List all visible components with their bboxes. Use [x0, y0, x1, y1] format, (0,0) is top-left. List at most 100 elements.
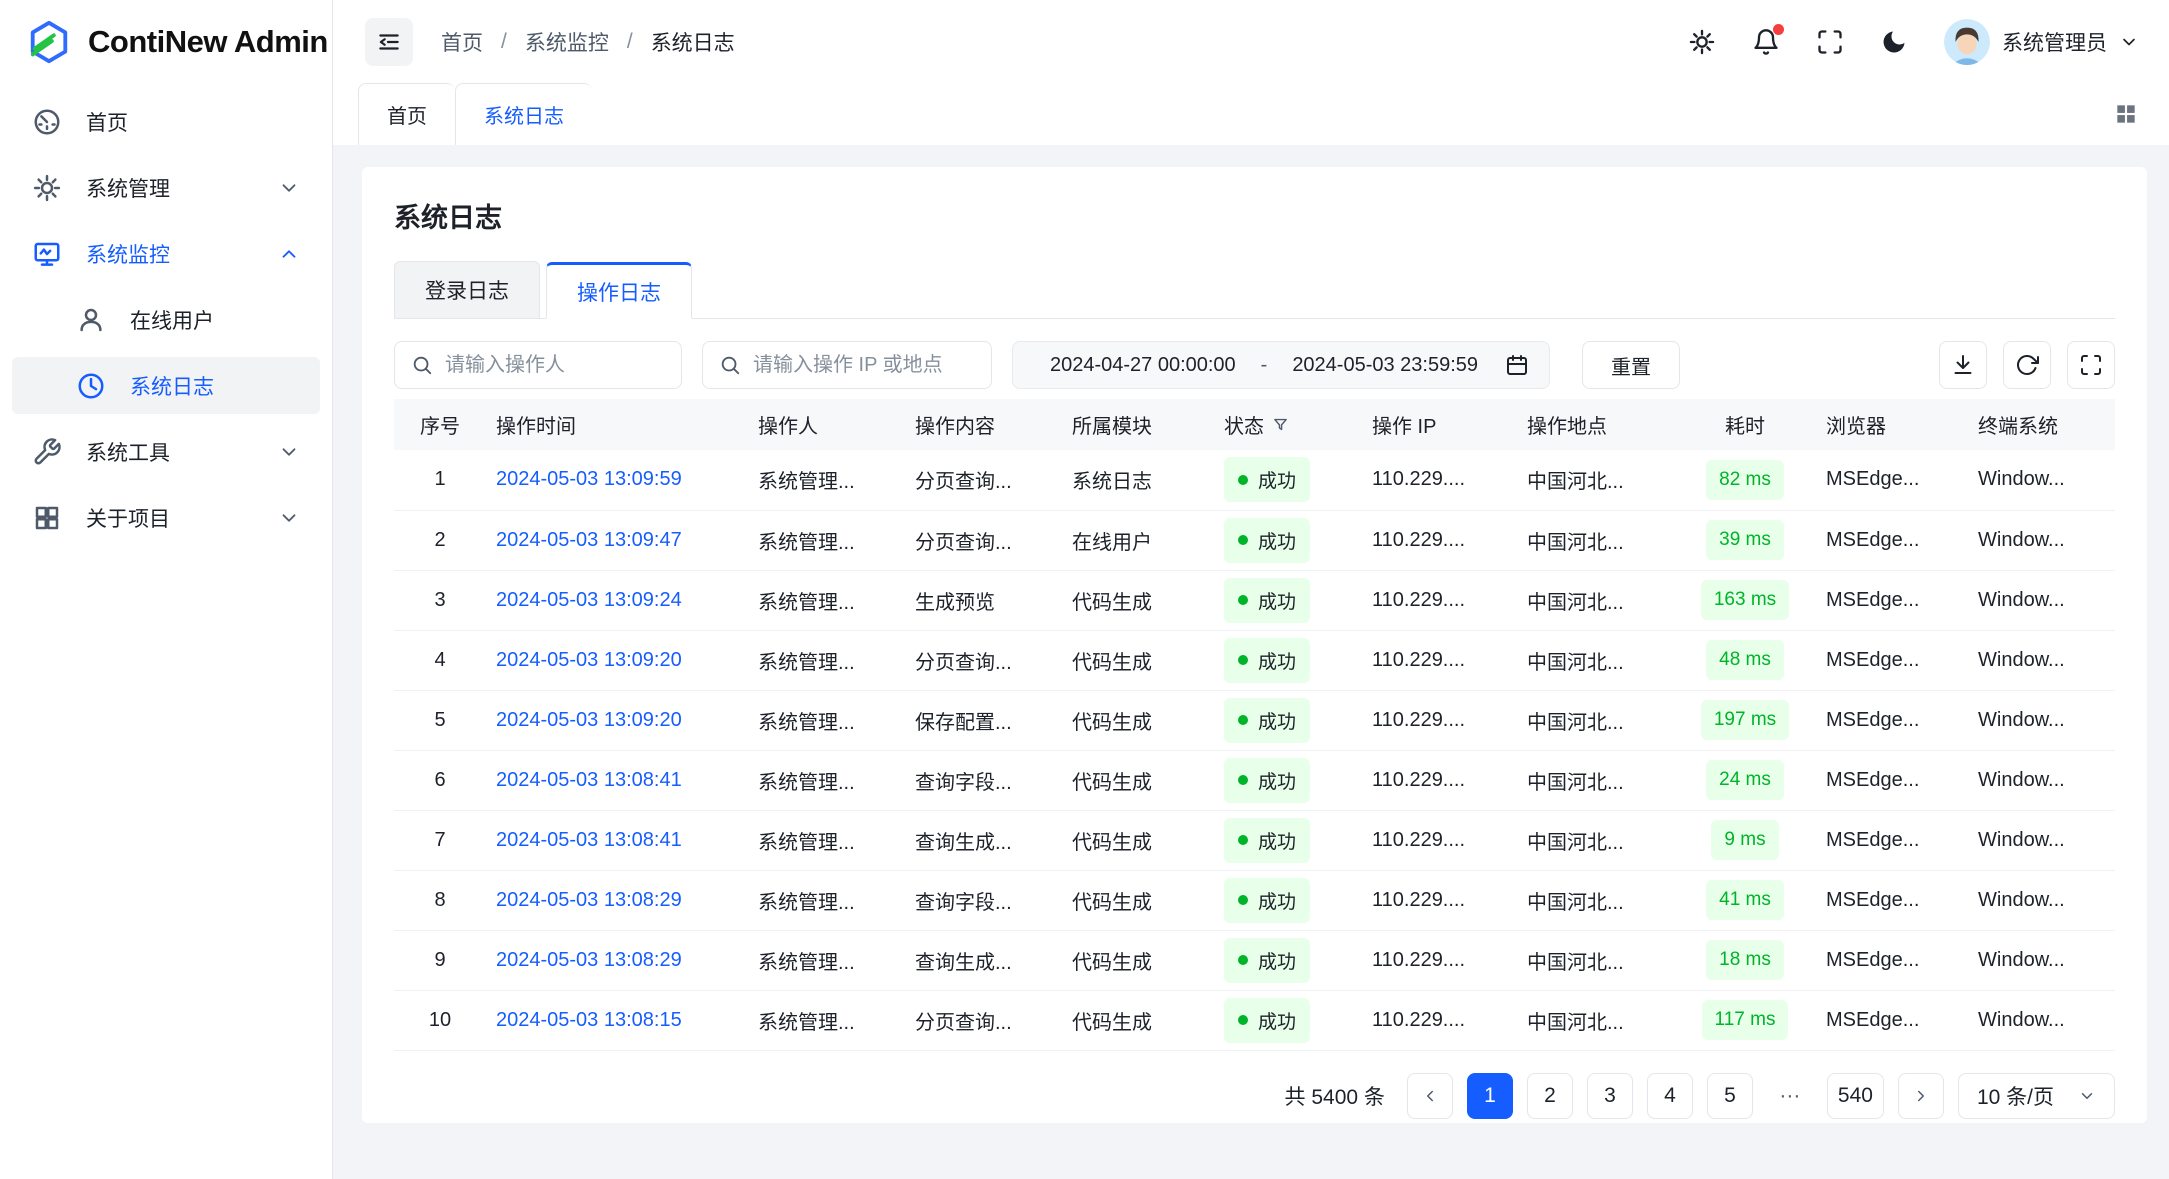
cell-module: 代码生成: [1062, 870, 1214, 930]
page-ellipsis[interactable]: ···: [1767, 1073, 1813, 1119]
reset-button[interactable]: 重置: [1582, 341, 1680, 389]
cell-location: 中国河北...: [1517, 510, 1674, 570]
page-button-540[interactable]: 540: [1827, 1073, 1884, 1119]
page-title: 系统日志: [394, 196, 2115, 235]
cell-time: 2024-05-03 13:09:24: [486, 570, 748, 630]
table-row: 4 2024-05-03 13:09:20 系统管理... 分页查询... 代码…: [394, 630, 2115, 690]
cell-content: 查询字段...: [905, 870, 1062, 930]
cell-ip: 110.229....: [1362, 450, 1517, 510]
table-row: 8 2024-05-03 13:08:29 系统管理... 查询字段... 代码…: [394, 870, 2115, 930]
tab-system-log[interactable]: 系统日志: [455, 83, 592, 145]
sidebar-item-system-monitor[interactable]: 系统监控: [12, 225, 320, 282]
status-dot-icon: [1238, 775, 1248, 785]
time-link[interactable]: 2024-05-03 13:09:20: [496, 709, 682, 731]
time-link[interactable]: 2024-05-03 13:08:29: [496, 949, 682, 971]
operator-search-input[interactable]: [445, 354, 665, 377]
cell-browser: MSEdge...: [1816, 930, 1968, 990]
time-link[interactable]: 2024-05-03 13:08:41: [496, 769, 682, 791]
breadcrumb-system-monitor[interactable]: 系统监控: [525, 27, 609, 57]
sidebar-item-online-users[interactable]: 在线用户: [12, 291, 320, 348]
cell-ip: 110.229....: [1362, 930, 1517, 990]
avatar: [1944, 19, 1990, 65]
status-badge: 成功: [1224, 818, 1310, 863]
sidebar-item-system-management[interactable]: 系统管理: [12, 159, 320, 216]
user-menu[interactable]: 系统管理员: [1944, 19, 2139, 65]
date-range-picker[interactable]: 2024-04-27 00:00:00 - 2024-05-03 23:59:5…: [1012, 341, 1550, 389]
time-link[interactable]: 2024-05-03 13:08:15: [496, 1009, 682, 1031]
cell-module: 代码生成: [1062, 570, 1214, 630]
page-button-1[interactable]: 1: [1467, 1073, 1513, 1119]
time-link[interactable]: 2024-05-03 13:09:24: [496, 589, 682, 611]
expand-fullscreen-icon[interactable]: [2067, 341, 2115, 389]
cell-duration: 24 ms: [1674, 750, 1816, 810]
time-link[interactable]: 2024-05-03 13:08:41: [496, 829, 682, 851]
cell-location: 中国河北...: [1517, 450, 1674, 510]
sidebar-item-about-project[interactable]: 关于项目: [12, 489, 320, 546]
tab-home[interactable]: 首页: [358, 83, 455, 145]
col-location: 操作地点: [1517, 399, 1674, 450]
content-area: 系统日志 登录日志 操作日志: [333, 145, 2169, 1179]
cell-duration: 82 ms: [1674, 450, 1816, 510]
cell-os: Window...: [1968, 570, 2115, 630]
cell-location: 中国河北...: [1517, 870, 1674, 930]
tab-operation-log[interactable]: 操作日志: [546, 262, 692, 319]
download-icon[interactable]: [1939, 341, 1987, 389]
cell-status: 成功: [1214, 870, 1362, 930]
time-link[interactable]: 2024-05-03 13:09:59: [496, 468, 682, 490]
col-os: 终端系统: [1968, 399, 2115, 450]
status-badge: 成功: [1224, 938, 1310, 983]
calendar-icon: [1505, 353, 1529, 377]
page-button-3[interactable]: 3: [1587, 1073, 1633, 1119]
menu-fold-icon[interactable]: [365, 18, 413, 66]
notification-bell-icon[interactable]: [1752, 28, 1780, 56]
page-button-4[interactable]: 4: [1647, 1073, 1693, 1119]
refresh-icon[interactable]: [2003, 341, 2051, 389]
time-link[interactable]: 2024-05-03 13:09:47: [496, 529, 682, 551]
cell-time: 2024-05-03 13:08:41: [486, 750, 748, 810]
sidebar-item-home[interactable]: 首页: [12, 93, 320, 150]
cell-status: 成功: [1214, 630, 1362, 690]
settings-icon[interactable]: [1688, 28, 1716, 56]
dark-mode-moon-icon[interactable]: [1880, 28, 1908, 56]
status-dot-icon: [1238, 475, 1248, 485]
filter-icon[interactable]: [1272, 416, 1289, 433]
time-link[interactable]: 2024-05-03 13:08:29: [496, 889, 682, 911]
user-icon: [76, 305, 106, 335]
next-page-button[interactable]: [1898, 1073, 1944, 1119]
status-dot-icon: [1238, 535, 1248, 545]
cell-content: 分页查询...: [905, 450, 1062, 510]
duration-badge: 24 ms: [1706, 760, 1784, 800]
sidebar-item-system-tools[interactable]: 系统工具: [12, 423, 320, 480]
time-link[interactable]: 2024-05-03 13:09:20: [496, 649, 682, 671]
cell-operator: 系统管理...: [748, 630, 905, 690]
chevron-down-icon: [278, 507, 300, 529]
ip-location-search-input[interactable]: [753, 354, 975, 377]
fullscreen-icon[interactable]: [1816, 28, 1844, 56]
page-size-select[interactable]: 10 条/页: [1958, 1073, 2115, 1119]
cell-status: 成功: [1214, 510, 1362, 570]
cell-time: 2024-05-03 13:08:15: [486, 990, 748, 1050]
col-browser: 浏览器: [1816, 399, 1968, 450]
page-size-value: 10 条/页: [1977, 1081, 2054, 1111]
cell-content: 生成预览: [905, 570, 1062, 630]
cell-time: 2024-05-03 13:09:20: [486, 690, 748, 750]
app-title: ContiNew Admin: [88, 24, 328, 60]
page-button-5[interactable]: 5: [1707, 1073, 1753, 1119]
cell-operator: 系统管理...: [748, 990, 905, 1050]
app-logo[interactable]: ContiNew Admin: [0, 0, 332, 83]
sidebar: ContiNew Admin 首页 系统管理: [0, 0, 333, 1179]
date-start: 2024-04-27 00:00:00: [1033, 354, 1253, 377]
status-dot-icon: [1238, 835, 1248, 845]
status-badge: 成功: [1224, 698, 1310, 743]
page-button-2[interactable]: 2: [1527, 1073, 1573, 1119]
cell-index: 9: [394, 930, 486, 990]
breadcrumb-home[interactable]: 首页: [441, 27, 483, 57]
cell-content: 查询生成...: [905, 810, 1062, 870]
status-badge: 成功: [1224, 878, 1310, 923]
tab-login-log[interactable]: 登录日志: [394, 261, 540, 318]
prev-page-button[interactable]: [1407, 1073, 1453, 1119]
tab-actions-grid-icon[interactable]: [2113, 83, 2169, 145]
sidebar-item-label: 首页: [86, 107, 128, 137]
topbar-actions: 系统管理员: [1688, 19, 2139, 65]
sidebar-item-system-log[interactable]: 系统日志: [12, 357, 320, 414]
